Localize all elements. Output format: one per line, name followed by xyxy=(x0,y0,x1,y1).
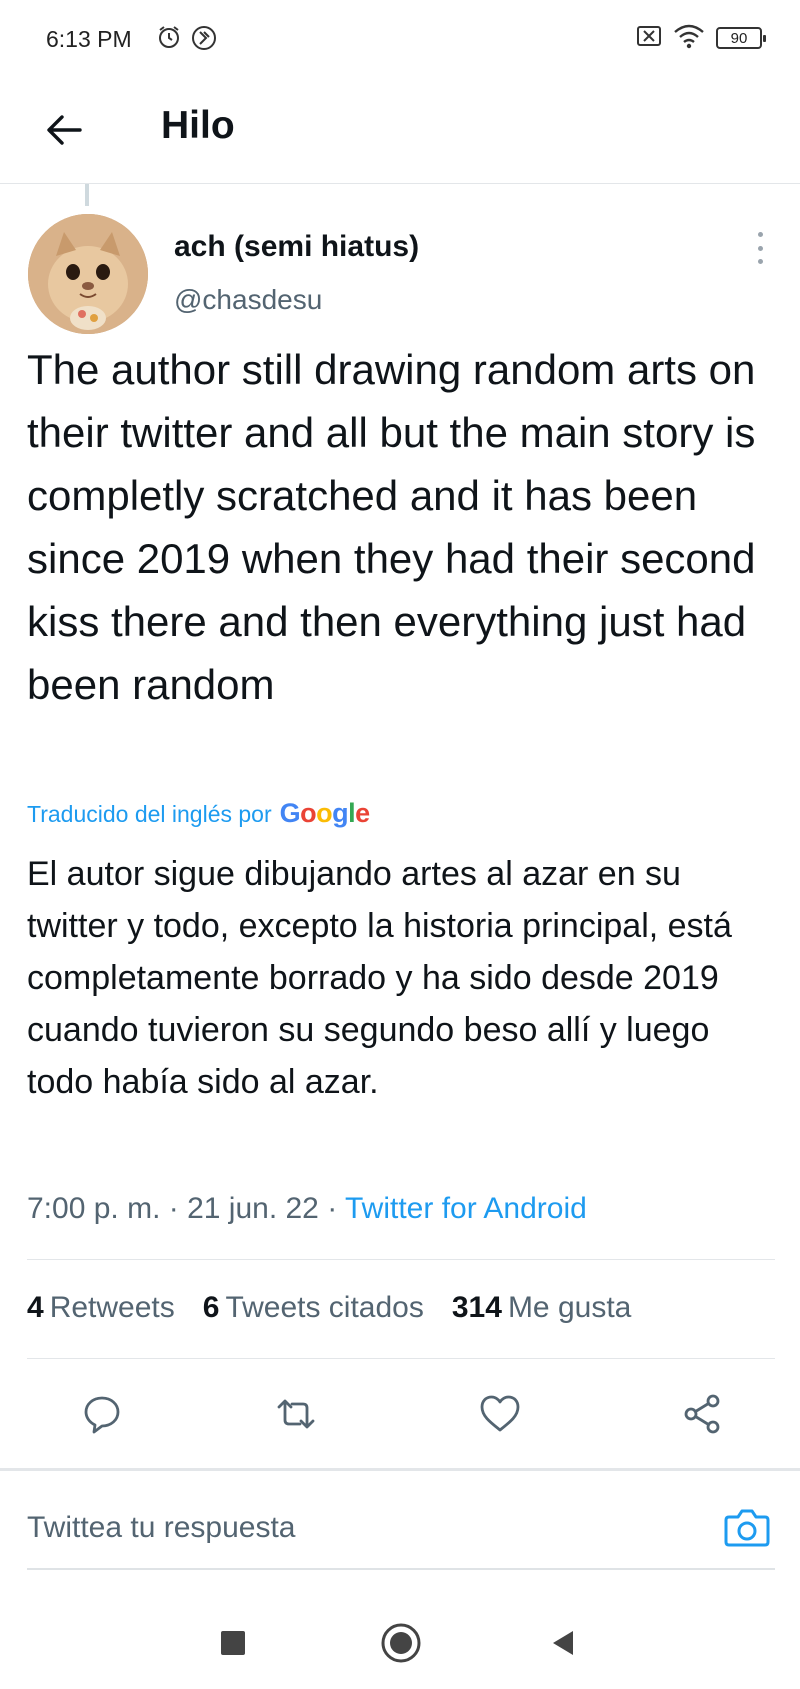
author-name[interactable]: ach (semi hiatus) xyxy=(174,230,419,264)
dot xyxy=(757,259,763,264)
translation-text: El autor sigue dibujando artes al azar e… xyxy=(27,855,732,1101)
page-title: Hilo xyxy=(161,104,235,147)
retweet-icon xyxy=(273,1394,319,1439)
likes-stat[interactable]: 314 Me gusta xyxy=(452,1291,631,1325)
tweet-text: The author still drawing random arts on … xyxy=(27,346,756,708)
camera-icon xyxy=(723,1505,771,1554)
arrow-left-icon xyxy=(44,113,84,152)
tweet-date: 21 jun. 22 xyxy=(187,1192,319,1225)
status-icons-right: 90 xyxy=(636,23,766,54)
camera-button[interactable] xyxy=(720,1502,774,1556)
alarm-icon xyxy=(156,24,182,55)
likes-count: 314 xyxy=(451,1291,502,1324)
divider xyxy=(27,1259,775,1260)
quotes-stat[interactable]: 6 Tweets citados xyxy=(203,1291,424,1325)
reply-underline xyxy=(27,1568,775,1570)
dot xyxy=(757,232,763,237)
divider xyxy=(0,1468,800,1471)
top-app-bar: Hilo xyxy=(0,80,800,184)
retweet-button[interactable] xyxy=(270,1390,322,1442)
retweets-stat[interactable]: 4 Retweets xyxy=(27,1291,175,1325)
tweet-thread-screen: 6:13 PM 90 Hilo ach (semi hiatus) @chasd… xyxy=(0,0,800,1689)
google-logo: Google xyxy=(279,798,371,828)
more-options-button[interactable] xyxy=(748,228,772,268)
status-bar: 6:13 PM 90 xyxy=(0,0,800,80)
reply-button[interactable] xyxy=(76,1390,128,1442)
back-nav-button[interactable] xyxy=(538,1620,588,1670)
like-icon xyxy=(478,1394,522,1439)
meta-separator: · xyxy=(327,1192,338,1225)
tweet-time: 7:00 p. m. xyxy=(27,1192,161,1225)
likes-label: Me gusta xyxy=(507,1291,632,1324)
share-icon xyxy=(680,1392,724,1441)
tweet-actions xyxy=(0,1382,800,1450)
retweets-count: 4 xyxy=(27,1291,44,1324)
quotes-count: 6 xyxy=(202,1291,220,1324)
recents-icon xyxy=(219,1629,247,1662)
tweet-source-link[interactable]: Twitter for Android xyxy=(345,1192,587,1225)
quotes-label: Tweets citados xyxy=(225,1291,424,1324)
author-handle[interactable]: @chasdesu xyxy=(174,284,322,316)
system-nav-bar xyxy=(0,1600,800,1689)
reply-icon xyxy=(81,1393,123,1440)
meta-separator: · xyxy=(168,1192,179,1225)
retweets-label: Retweets xyxy=(49,1291,175,1324)
back-triangle-icon xyxy=(549,1628,577,1663)
back-button[interactable] xyxy=(38,106,90,158)
status-time: 6:13 PM xyxy=(46,26,132,52)
share-button[interactable] xyxy=(676,1390,728,1442)
sync-icon xyxy=(190,24,218,57)
home-icon xyxy=(380,1622,422,1669)
dot xyxy=(757,245,763,251)
thread-connector-line xyxy=(85,184,89,206)
translation-attribution: Traducido del inglés por Google xyxy=(27,798,370,829)
cat-avatar-illustration xyxy=(28,214,148,334)
battery-icon: 90 xyxy=(716,27,766,49)
translated-label[interactable]: Traducido del inglés por xyxy=(27,801,272,828)
engagement-stats: 4 Retweets 6 Tweets citados 314 Me gusta xyxy=(27,1291,631,1325)
like-button[interactable] xyxy=(474,1390,526,1442)
reply-input[interactable] xyxy=(27,1500,687,1556)
home-button[interactable] xyxy=(376,1620,426,1670)
sim-off-icon xyxy=(636,25,662,52)
avatar[interactable] xyxy=(28,214,148,334)
wifi-icon xyxy=(672,23,706,54)
divider xyxy=(27,1358,775,1359)
tweet-meta: 7:00 p. m. · 21 jun. 22 · Twitter for An… xyxy=(27,1192,587,1226)
recents-button[interactable] xyxy=(208,1620,258,1670)
